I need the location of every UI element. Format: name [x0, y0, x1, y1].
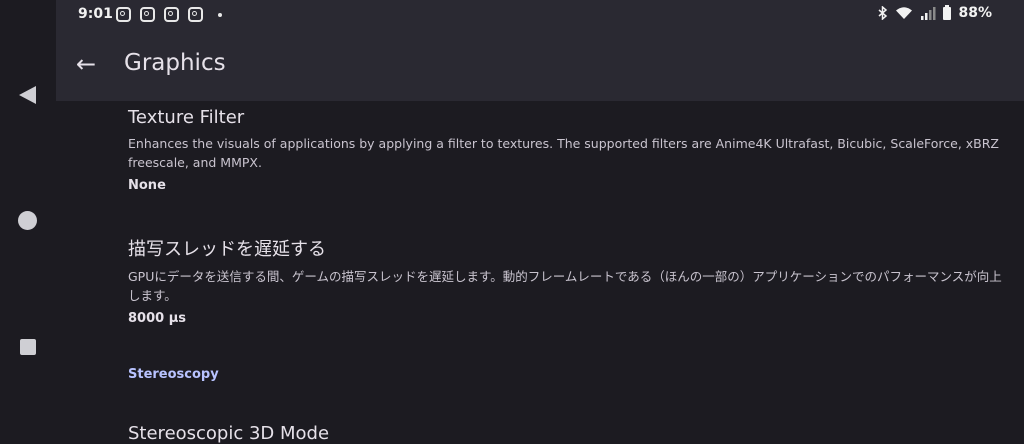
wifi-icon — [896, 7, 913, 19]
setting-value: 8000 µs — [128, 311, 187, 326]
setting-description: Enhances the visuals of applications by … — [128, 136, 999, 170]
nav-home-button[interactable] — [18, 211, 37, 230]
instagram-icon — [140, 7, 155, 22]
back-arrow-icon[interactable]: ← — [76, 50, 96, 78]
system-status: 88% — [878, 4, 992, 21]
setting-title: 描写スレッドを遅延する — [128, 239, 326, 260]
navigation-bar — [0, 0, 56, 439]
setting-stereoscopic-3d-mode[interactable]: Stereoscopic 3D Mode — [128, 423, 1008, 444]
notification-icons — [116, 7, 222, 22]
battery-icon — [943, 4, 952, 20]
signal-icon — [921, 7, 936, 20]
setting-value: None — [128, 178, 166, 193]
page-title: Graphics — [124, 50, 226, 76]
bluetooth-icon — [878, 6, 888, 20]
nav-recents-button[interactable] — [20, 339, 36, 355]
status-time: 9:01 — [78, 6, 113, 22]
setting-texture-filter[interactable]: Texture Filter Enhances the visuals of a… — [128, 107, 1008, 193]
section-header-stereoscopy: Stereoscopy — [128, 367, 219, 382]
setting-description: GPUにデータを送信する間、ゲームの描写スレッドを遅延します。動的フレームレート… — [128, 269, 1002, 303]
battery-percent: 88% — [958, 5, 992, 21]
more-notifications-dot-icon — [218, 12, 222, 17]
setting-title: Stereoscopic 3D Mode — [128, 423, 330, 444]
instagram-icon — [188, 7, 203, 22]
instagram-icon — [116, 7, 131, 22]
nav-back-button[interactable] — [19, 86, 36, 104]
instagram-icon — [164, 7, 179, 22]
app-bar: 9:01 88% ← Graphics — [56, 0, 1024, 101]
setting-cpu-thread-delay[interactable]: 描写スレッドを遅延する GPUにデータを送信する間、ゲームの描写スレッドを遅延し… — [128, 235, 1008, 326]
setting-title: Texture Filter — [128, 107, 245, 128]
